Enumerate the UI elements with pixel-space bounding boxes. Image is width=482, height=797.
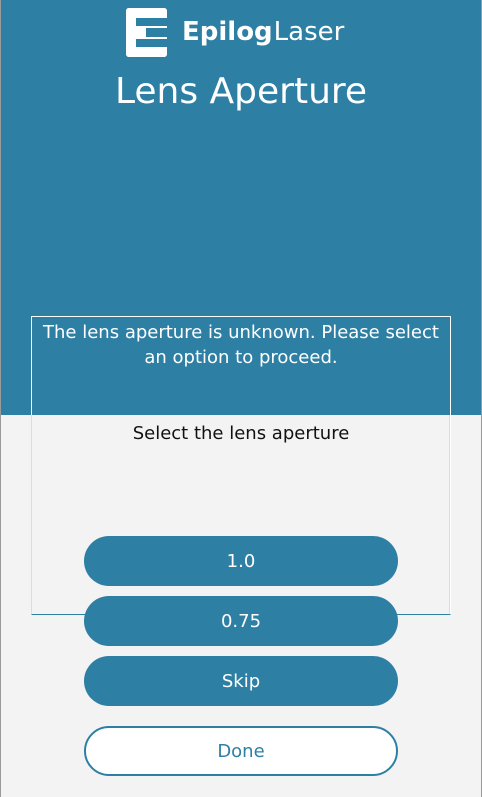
brand-name-light: Laser bbox=[273, 17, 345, 47]
aperture-option-0-75-button[interactable]: 0.75 bbox=[84, 596, 398, 646]
status-message: The lens aperture is unknown. Please sel… bbox=[43, 322, 439, 368]
select-prompt: Select the lens aperture bbox=[132, 423, 350, 444]
brand-logo: EpilogLaser bbox=[126, 7, 344, 57]
brand-name-bold: Epilog bbox=[182, 17, 273, 47]
epilog-logo-icon bbox=[126, 7, 167, 57]
aperture-option-1-0-button[interactable]: 1.0 bbox=[84, 536, 398, 586]
window-border-left bbox=[0, 0, 1, 797]
lens-aperture-window: EpilogLaser Lens Aperture The lens apert… bbox=[0, 0, 482, 797]
done-button[interactable]: Done bbox=[84, 726, 398, 776]
page-title: Lens Aperture bbox=[114, 71, 368, 112]
skip-button[interactable]: Skip bbox=[84, 656, 398, 706]
brand-wordmark: EpilogLaser bbox=[182, 7, 344, 57]
